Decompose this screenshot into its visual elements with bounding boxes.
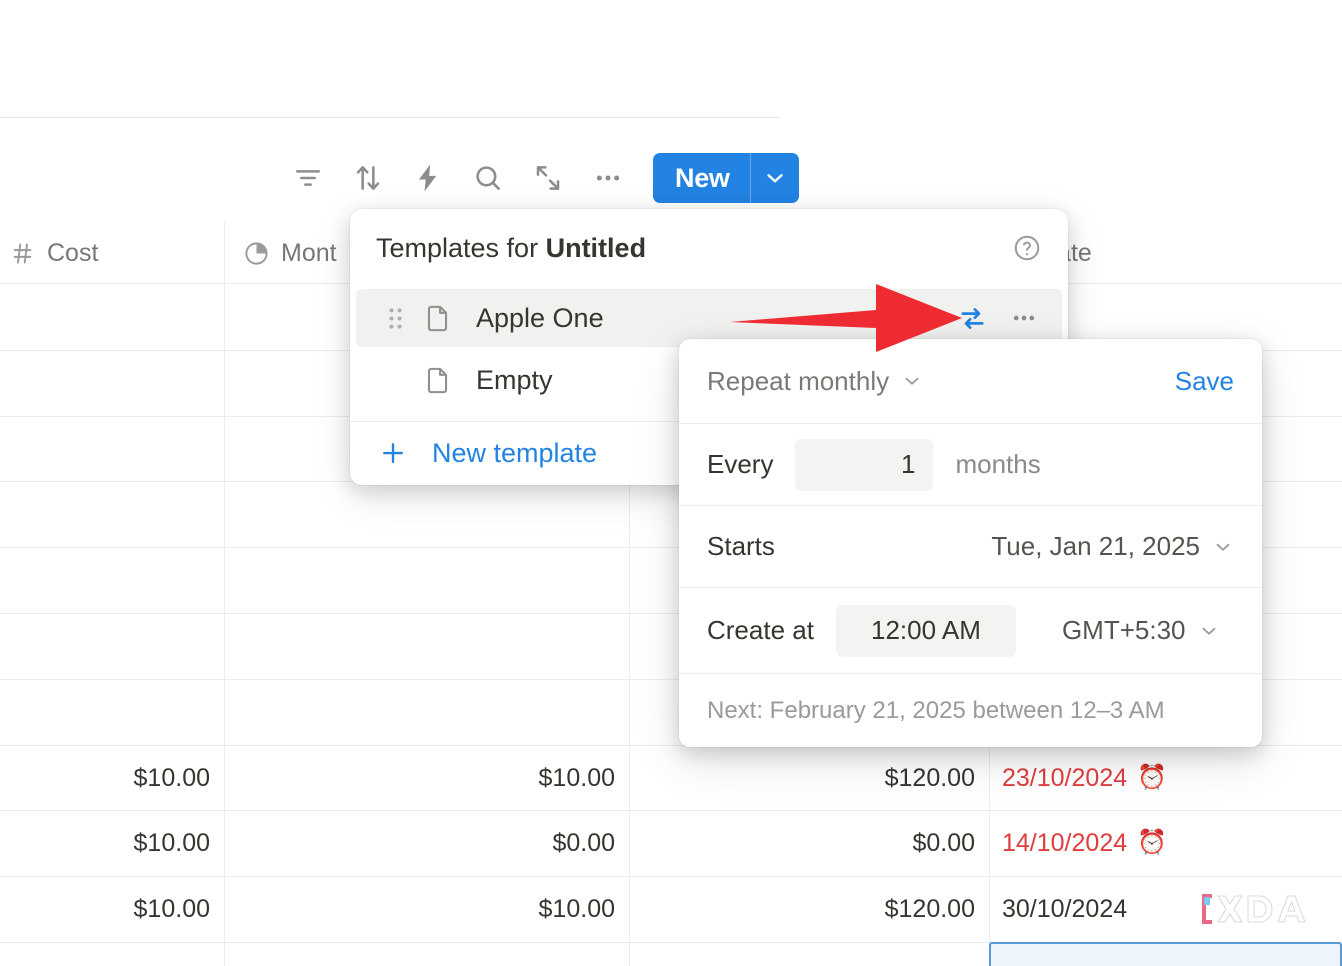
new-button-label: New	[653, 153, 750, 203]
new-button[interactable]: New	[653, 153, 799, 203]
table-cell-value: $10.00	[539, 895, 615, 924]
alarm-icon: ⏰	[1137, 766, 1167, 790]
expand-icon[interactable]	[518, 151, 578, 205]
automation-icon[interactable]	[398, 151, 458, 205]
table-cell-value: $10.00	[539, 764, 615, 793]
chevron-down-icon	[1198, 620, 1220, 642]
chevron-down-icon[interactable]	[751, 153, 799, 203]
every-unit-label: months	[955, 449, 1040, 480]
create-at-label: Create at	[707, 615, 814, 646]
chevron-down-icon	[901, 370, 923, 392]
create-at-row: Create at 12:00 AM GMT+5:30	[679, 587, 1262, 673]
table-cell-cost[interactable]: $10.00	[0, 810, 224, 876]
table-cell-value: $10.00	[134, 764, 210, 793]
starts-date-dropdown[interactable]: Tue, Jan 21, 2025	[991, 531, 1234, 562]
templates-title-prefix: Templates for	[376, 233, 546, 263]
number-icon	[9, 240, 36, 267]
table-cell-value: $10.00	[134, 895, 210, 924]
templates-popup-header: Templates for Untitled	[350, 209, 1068, 287]
table-cell-value: $120.00	[885, 764, 975, 793]
every-value-input[interactable]: 1	[795, 439, 933, 491]
template-item-label: Empty	[476, 365, 553, 396]
filter-icon[interactable]	[278, 151, 338, 205]
formula-pie-icon	[243, 240, 270, 267]
more-options-icon[interactable]	[578, 151, 638, 205]
repeat-settings-popup: Repeat monthly Save Every 1 months Start…	[679, 339, 1262, 747]
table-cell-cost[interactable]: $10.00	[0, 745, 224, 811]
table-cell-date[interactable]: 23/10/2024 ⏰	[990, 745, 1342, 811]
search-icon[interactable]	[458, 151, 518, 205]
template-item-actions	[957, 303, 1062, 334]
selected-cell[interactable]	[989, 942, 1342, 966]
every-label: Every	[707, 449, 773, 480]
help-circle-icon[interactable]	[1012, 233, 1042, 263]
column-header-cost-label: Cost	[47, 239, 98, 268]
timezone-value: GMT+5:30	[1062, 615, 1186, 646]
more-icon[interactable]	[1010, 304, 1038, 332]
table-cell-value: 23/10/2024	[1002, 764, 1127, 793]
sort-icon[interactable]	[338, 151, 398, 205]
save-button[interactable]: Save	[1175, 366, 1234, 397]
table-cell-yearly[interactable]: $0.00	[630, 810, 989, 876]
drag-handle-icon[interactable]	[378, 305, 412, 332]
new-template-label: New template	[432, 438, 597, 469]
templates-popup-title: Templates for Untitled	[376, 233, 646, 264]
alarm-icon: ⏰	[1137, 831, 1167, 855]
plus-icon	[378, 438, 408, 468]
table-cell-date[interactable]: 14/10/2024 ⏰	[990, 810, 1342, 876]
next-occurrence-text: Next: February 21, 2025 between 12–3 AM	[679, 673, 1262, 747]
timezone-dropdown[interactable]: GMT+5:30	[1062, 615, 1220, 646]
annotation-arrow-icon	[726, 280, 966, 356]
frequency-dropdown[interactable]: Repeat monthly	[707, 366, 923, 397]
table-cell-monthly[interactable]: $0.00	[225, 810, 629, 876]
create-at-time-input[interactable]: 12:00 AM	[836, 605, 1016, 657]
every-row: Every 1 months	[679, 423, 1262, 505]
table-cell-yearly[interactable]: $120.00	[630, 745, 989, 811]
column-header-monthly-label: Mont	[281, 239, 337, 268]
table-cell-monthly[interactable]: $10.00	[225, 876, 629, 942]
column-header-cost[interactable]: Cost	[0, 222, 224, 284]
templates-title-target: Untitled	[546, 233, 647, 263]
table-cell-value: $10.00	[134, 829, 210, 858]
document-icon	[422, 303, 453, 334]
table-cell-value: $0.00	[912, 829, 975, 858]
xda-watermark	[1196, 888, 1314, 930]
starts-row: Starts Tue, Jan 21, 2025	[679, 505, 1262, 587]
chevron-down-icon	[1212, 536, 1234, 558]
table-cell-value: 30/10/2024	[1002, 895, 1127, 924]
starts-label: Starts	[707, 531, 775, 562]
starts-date-value: Tue, Jan 21, 2025	[991, 531, 1200, 562]
app-root: Cost Mont Date $10.00$10.00$120.	[0, 0, 1342, 966]
table-cell-value: 14/10/2024	[1002, 829, 1127, 858]
table-cell-monthly[interactable]: $10.00	[225, 745, 629, 811]
template-item-label: Apple One	[476, 303, 604, 334]
table-cell-value: $120.00	[885, 895, 975, 924]
header-divider	[0, 117, 779, 118]
table-cell-value: $0.00	[552, 829, 615, 858]
document-icon	[422, 365, 453, 396]
table-toolbar: New	[278, 150, 799, 206]
table-cell-yearly[interactable]: $120.00	[630, 876, 989, 942]
table-cell-cost[interactable]: $10.00	[0, 876, 224, 942]
frequency-label: Repeat monthly	[707, 366, 889, 397]
